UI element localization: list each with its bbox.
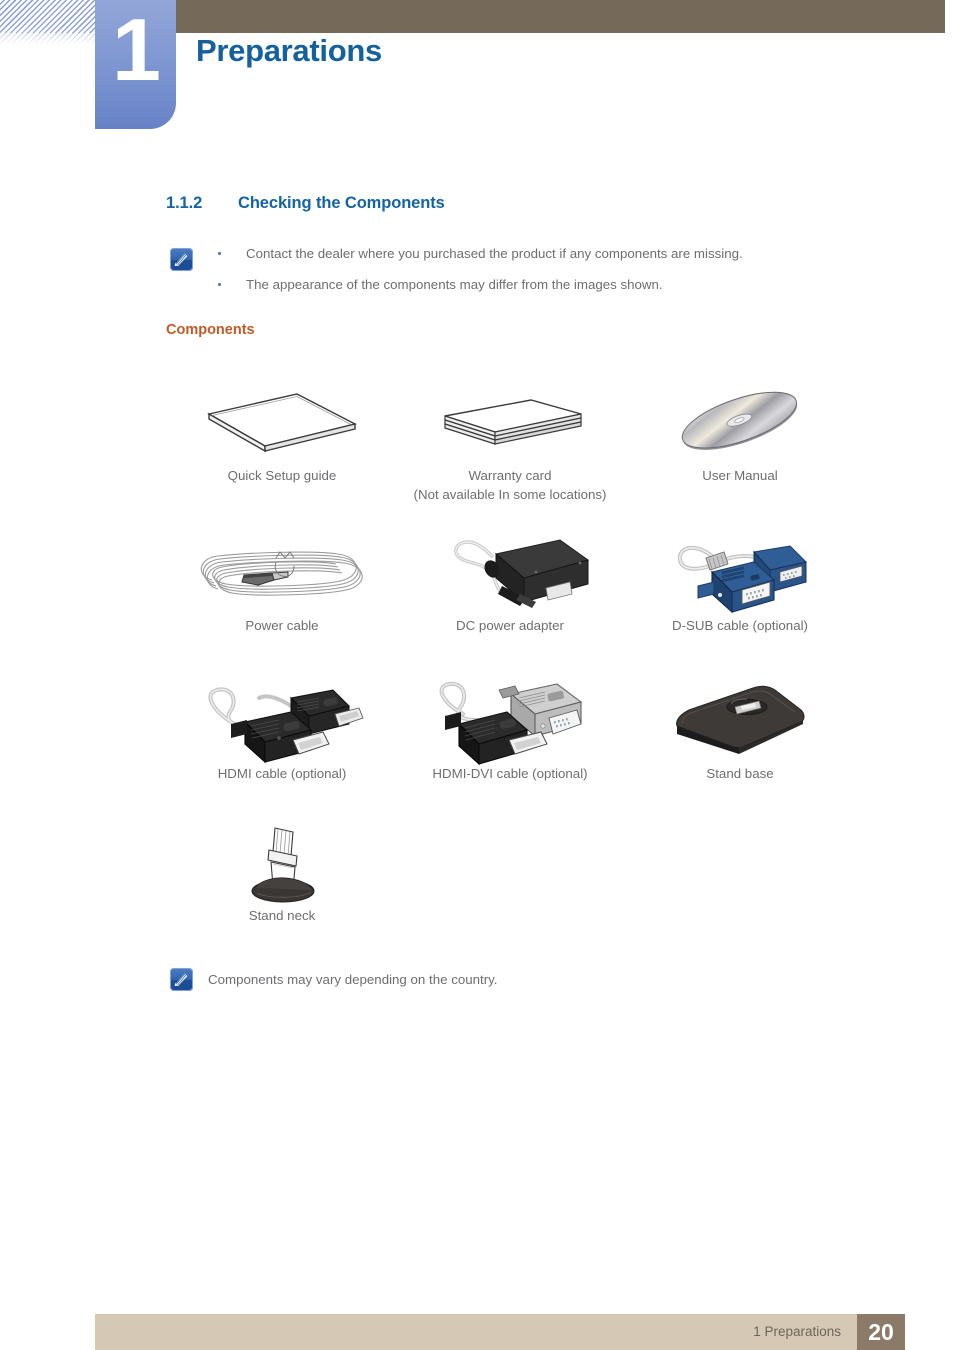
chapter-number: 1 — [112, 0, 161, 99]
section-title: Checking the Components — [238, 194, 445, 212]
bullet-dot-icon — [218, 252, 221, 255]
header-hatch-overlay — [0, 0, 96, 33]
bottom-note-text: Components may vary depending on the cou… — [208, 972, 498, 987]
components-label: Components — [166, 322, 255, 338]
note-bullet-1: Contact the dealer where you purchased t… — [218, 246, 858, 262]
component-caption: Warranty card — [468, 468, 552, 483]
note-pen-icon — [170, 968, 193, 991]
component-caption: D-SUB cable (optional) — [672, 618, 808, 633]
section-heading: 1.1.2 Checking the Components — [166, 194, 445, 213]
dc-adapter-icon — [410, 532, 610, 616]
note-pen-icon — [170, 248, 193, 271]
component-item: Quick Setup guide — [182, 382, 382, 485]
note-bullet-2-text: The appearance of the components may dif… — [246, 276, 663, 292]
hdmi-cable-icon — [182, 680, 382, 764]
card-stack-icon — [410, 382, 610, 466]
component-caption: Stand base — [706, 766, 774, 781]
chapter-title: Preparations — [196, 33, 382, 68]
stand-neck-icon — [182, 822, 382, 906]
note-bullet-2: The appearance of the components may dif… — [218, 277, 858, 293]
top-note-bullets: Contact the dealer where you purchased t… — [218, 246, 858, 308]
cd-disc-icon — [640, 382, 840, 466]
header-brown-bar — [175, 0, 945, 33]
footer-bar: 1 Preparations — [95, 1314, 857, 1350]
note-bullet-1-text: Contact the dealer where you purchased t… — [246, 246, 743, 261]
chapter-tab: 1 — [95, 0, 176, 129]
footer-page-number: 20 — [857, 1314, 905, 1350]
section-number: 1.1.2 — [166, 194, 203, 212]
component-caption: Stand neck — [248, 908, 316, 923]
footer-chapter-ref: 1 Preparations — [753, 1324, 841, 1339]
component-item: User Manual — [640, 382, 840, 485]
component-item: D-SUB cable (optional) — [640, 532, 840, 635]
component-item: DC power adapter — [410, 532, 610, 635]
power-cable-icon — [182, 532, 382, 616]
component-caption: Power cable — [245, 618, 319, 633]
dsub-cable-icon — [640, 532, 840, 616]
component-item: Warranty card (Not available In some loc… — [410, 382, 610, 505]
stand-base-icon — [640, 680, 840, 764]
booklet-icon — [182, 382, 382, 466]
hdmi-dvi-cable-icon — [410, 680, 610, 766]
component-item: Power cable — [182, 532, 382, 635]
component-caption: DC power adapter — [456, 618, 564, 633]
component-item: HDMI cable (optional) — [182, 680, 382, 783]
component-caption: User Manual — [702, 468, 778, 483]
component-caption: Quick Setup guide — [227, 468, 337, 483]
bullet-dot-icon — [218, 282, 221, 286]
component-item: HDMI-DVI cable (optional) — [410, 680, 610, 783]
component-caption-secondary: (Not available In some locations) — [413, 487, 607, 503]
component-item: Stand neck — [182, 822, 382, 925]
component-item: Stand base — [640, 680, 840, 783]
